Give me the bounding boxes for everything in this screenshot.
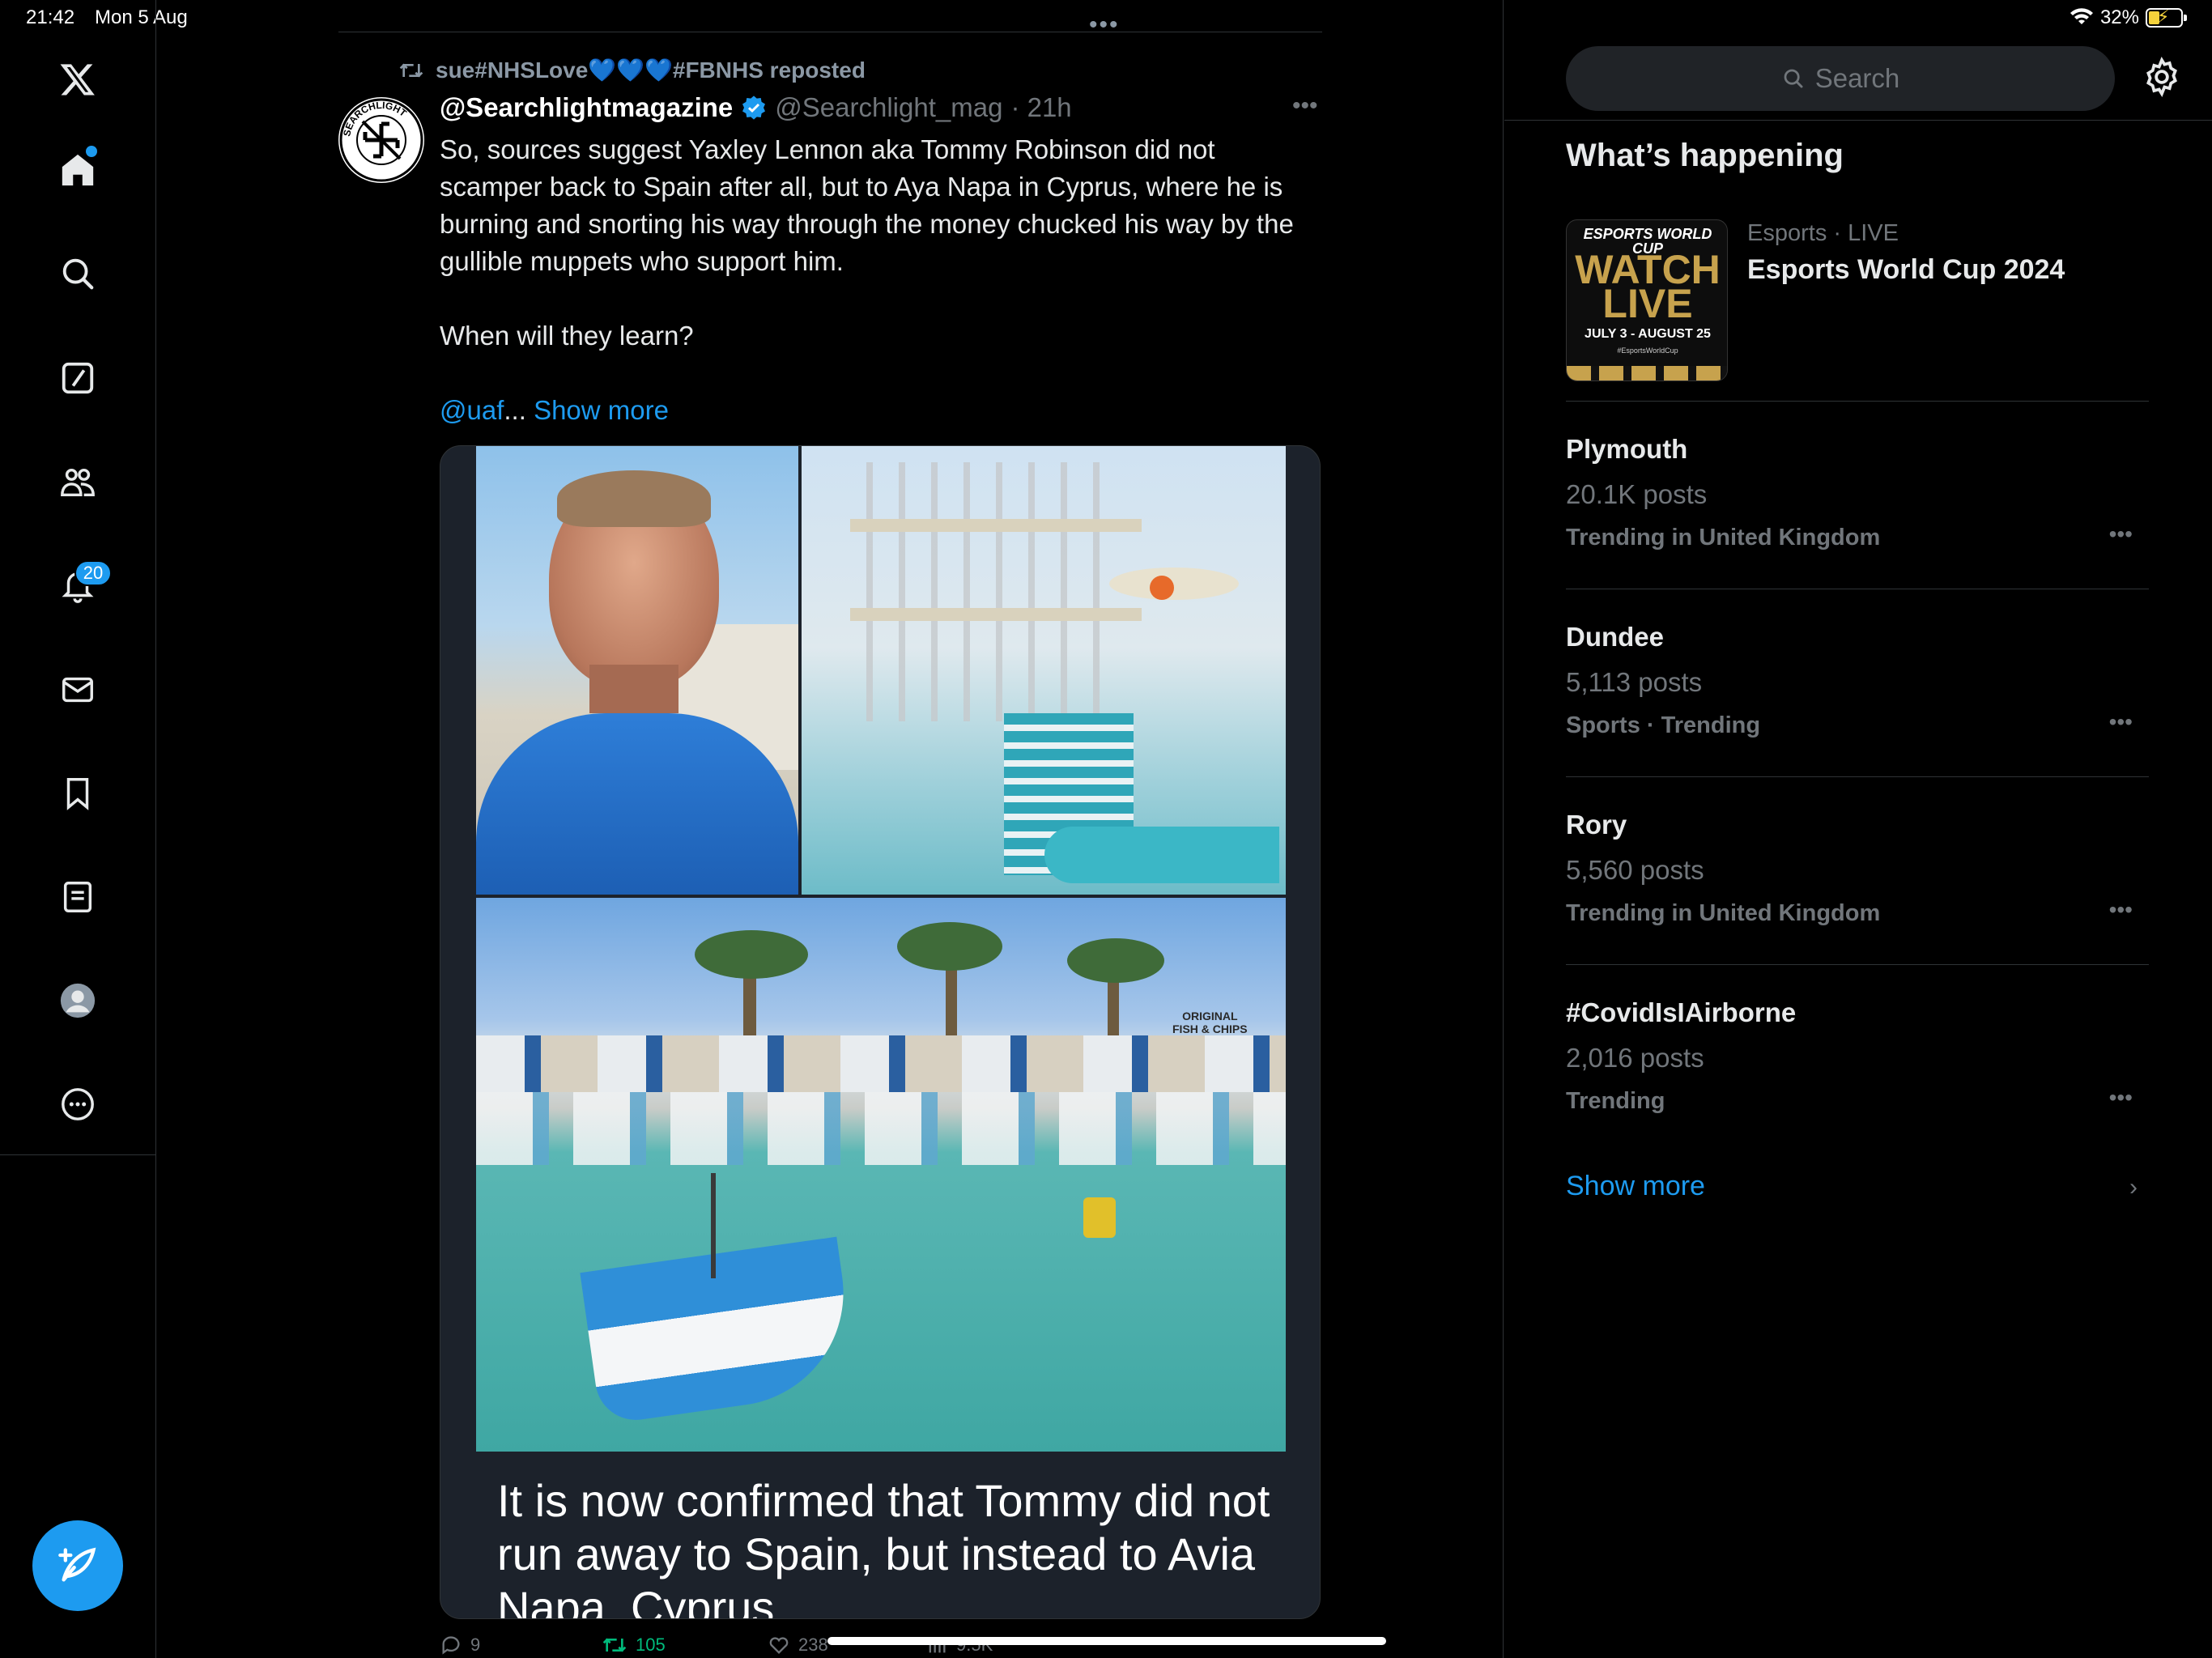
photo-harbour: ORIGINAL FISH & CHIPS xyxy=(476,898,1286,1452)
nav-divider xyxy=(0,1154,156,1155)
previous-post-actions xyxy=(338,0,1322,32)
grok-icon[interactable] xyxy=(53,354,102,402)
home-indicator[interactable] xyxy=(827,1637,1386,1645)
trend-more-icon[interactable]: ••• xyxy=(2109,897,2133,923)
author-line: @Searchlightmagazine @Searchlight_mag · … xyxy=(440,92,1072,123)
trend-context: Trending in United Kingdom xyxy=(1566,525,1881,551)
trend-item[interactable]: Plymouth 20.1K posts Trending in United … xyxy=(1566,434,2149,551)
mail-icon[interactable] xyxy=(53,665,102,714)
sign-text: FISH & CHIPS xyxy=(1172,1022,1248,1035)
trend-more-icon[interactable]: ••• xyxy=(2109,709,2133,735)
compose-button[interactable] xyxy=(32,1520,123,1611)
more-dots-icon[interactable]: ••• xyxy=(1089,11,1120,39)
right-column-divider xyxy=(1503,0,1504,1658)
more-circle-icon[interactable] xyxy=(53,1080,102,1129)
like-count: 238 xyxy=(798,1635,828,1655)
post-time[interactable]: · 21h xyxy=(1010,92,1071,123)
trend-more-icon[interactable]: ••• xyxy=(2109,1085,2133,1111)
trend-item[interactable]: Rory 5,560 posts Trending in United King… xyxy=(1566,810,2149,927)
ellipsis: ... xyxy=(504,395,526,425)
post-more-icon[interactable]: ••• xyxy=(1292,92,1318,120)
thumb-tag: #EsportsWorldCup xyxy=(1617,346,1678,355)
author-name[interactable]: @Searchlightmagazine xyxy=(440,92,733,123)
trend-item[interactable]: Dundee 5,113 posts Sports · Trending ••• xyxy=(1566,622,2149,739)
esports-thumbnail[interactable]: ESPORTS WORLD CUP WATCH LIVE JULY 3 - AU… xyxy=(1566,219,1728,381)
battery-icon: ⚡ xyxy=(2146,6,2187,28)
status-right: 32% ⚡ xyxy=(2069,6,2187,29)
search-icon xyxy=(1784,69,1803,88)
post-paragraph: When will they learn? xyxy=(440,321,694,351)
divider xyxy=(1566,964,2149,965)
like-button[interactable]: 238 xyxy=(768,1634,828,1656)
profile-icon[interactable] xyxy=(53,976,102,1025)
author-handle[interactable]: @Searchlight_mag xyxy=(775,92,1002,123)
x-logo-icon[interactable] xyxy=(53,55,102,104)
mention-link[interactable]: @uaf xyxy=(440,395,504,425)
trend-name: #CovidIsIAirborne xyxy=(1566,997,1797,1027)
gear-icon[interactable] xyxy=(2142,57,2182,97)
repost-context: sue#NHSLove💙💙💙#FBNHS reposted xyxy=(398,57,866,83)
compose-icon xyxy=(58,1547,96,1582)
trend-name: Rory xyxy=(1566,810,1627,840)
trend-context: Trending in United Kingdom xyxy=(1566,900,1881,926)
repost-count: 105 xyxy=(636,1635,666,1655)
reply-button[interactable]: 9 xyxy=(440,1634,480,1656)
trend-count: 5,560 posts xyxy=(1566,855,1704,885)
repost-context-text: sue#NHSLove💙💙💙#FBNHS reposted xyxy=(436,57,866,83)
repost-button[interactable]: 105 xyxy=(602,1634,666,1656)
reply-count: 9 xyxy=(470,1635,481,1655)
wifi-icon xyxy=(2069,8,2093,24)
thumb-dates: JULY 3 - AUGUST 25 xyxy=(1585,327,1711,341)
repost-icon xyxy=(399,62,423,78)
post-text: So, sources suggest Yaxley Lennon aka To… xyxy=(440,131,1322,429)
post-paragraph: So, sources suggest Yaxley Lennon aka To… xyxy=(440,134,1294,276)
trend-item[interactable]: #CovidIsIAirborne 2,016 posts Trending •… xyxy=(1566,997,2149,1115)
section-heading: What’s happening xyxy=(1566,138,1844,173)
home-notification-dot xyxy=(86,146,97,157)
divider xyxy=(1566,401,2149,402)
featured-meta: Esports · LIVE xyxy=(1747,220,1899,246)
trend-count: 2,016 posts xyxy=(1566,1043,1704,1073)
battery-percent: 32% xyxy=(2099,6,2139,28)
communities-icon[interactable] xyxy=(53,458,102,507)
trend-more-icon[interactable]: ••• xyxy=(2109,521,2133,547)
left-nav: 20 xyxy=(0,0,156,1658)
divider xyxy=(1504,120,2212,121)
show-more-link[interactable]: Show more xyxy=(1566,1171,1705,1202)
trend-count: 20.1K posts xyxy=(1566,479,1708,509)
avatar[interactable]: SEARCHLIGHT xyxy=(338,97,424,183)
trend-name: Dundee xyxy=(1566,622,1665,652)
trend-context: Sports · Trending xyxy=(1566,712,1761,738)
reply-icon xyxy=(442,1636,460,1655)
search-icon[interactable] xyxy=(53,249,102,298)
repost-icon xyxy=(602,1638,627,1652)
chevron-right-icon[interactable]: › xyxy=(2129,1174,2138,1201)
list-icon[interactable] xyxy=(53,873,102,921)
trend-context: Trending xyxy=(1566,1088,1665,1114)
trend-name: Plymouth xyxy=(1566,434,1688,464)
thumb-main-text: LIVE xyxy=(1602,281,1693,326)
featured-title[interactable]: Esports World Cup 2024 xyxy=(1747,254,2065,286)
heart-icon xyxy=(769,1637,789,1654)
photo-man xyxy=(476,446,798,895)
search-placeholder: Search xyxy=(1814,63,1900,93)
post-image[interactable]: ORIGINAL FISH & CHIPS It is now confirme… xyxy=(440,445,1321,1619)
bookmark-icon[interactable] xyxy=(53,769,102,818)
trend-count: 5,113 posts xyxy=(1566,667,1703,697)
image-caption: It is now confirmed that Tommy did not r… xyxy=(497,1475,1270,1619)
divider xyxy=(1566,776,2149,777)
notification-badge: 20 xyxy=(74,560,112,586)
sign-text: ORIGINAL xyxy=(1182,1010,1238,1022)
photo-waterpark xyxy=(802,446,1286,895)
show-more-link[interactable]: Show more xyxy=(534,395,669,425)
verified-icon xyxy=(742,96,766,120)
search-input[interactable]: Search xyxy=(1566,46,2115,111)
